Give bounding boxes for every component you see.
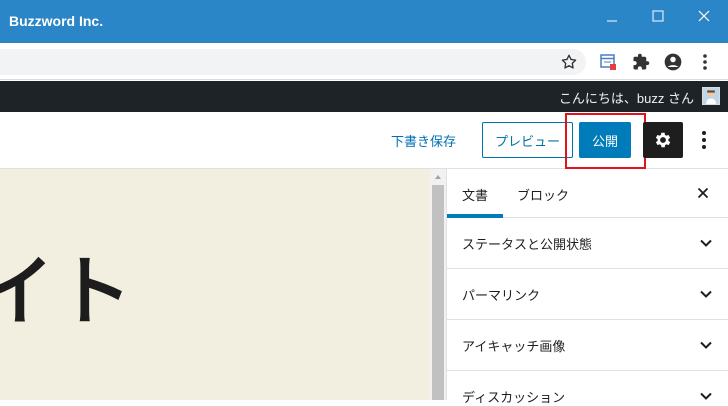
maximize-icon <box>652 10 664 22</box>
profile-icon <box>664 53 682 71</box>
close-window-button[interactable] <box>681 0 727 32</box>
panel-label: アイキャッチ画像 <box>462 339 566 354</box>
close-sidebar-button[interactable] <box>694 184 712 202</box>
chevron-down-icon <box>700 239 712 247</box>
close-icon <box>697 187 709 199</box>
chrome-menu-button[interactable] <box>694 51 716 73</box>
puzzle-icon <box>633 53 650 70</box>
address-bar[interactable] <box>0 49 586 75</box>
chevron-down-icon <box>700 392 712 400</box>
panel-label: パーマリンク <box>462 288 541 303</box>
chrome-menu-icon <box>703 54 707 70</box>
avatar-image <box>703 88 719 104</box>
window-title: Buzzword Inc. <box>9 13 104 29</box>
minimize-icon <box>607 20 617 22</box>
more-options-button[interactable] <box>694 126 714 154</box>
panel-label: ディスカッション <box>462 390 566 405</box>
panel-label: ステータスと公開状態 <box>462 237 593 252</box>
extension-button[interactable] <box>597 51 619 73</box>
minimize-button[interactable] <box>589 0 635 32</box>
chevron-down-icon <box>700 341 712 349</box>
scroll-up-arrow-icon[interactable] <box>433 172 443 182</box>
close-icon <box>698 10 710 22</box>
post-title-text[interactable]: イト <box>0 230 134 340</box>
panel-featured-image[interactable]: アイキャッチ画像 <box>447 320 728 371</box>
kebab-icon <box>702 131 706 149</box>
admin-greeting[interactable]: こんにちは、buzz さん <box>559 88 694 107</box>
scrollbar-thumb[interactable] <box>432 185 444 400</box>
sidebar-tab-row <box>447 169 728 218</box>
chevron-down-icon <box>700 290 712 298</box>
settings-button[interactable] <box>643 122 683 158</box>
bookmark-button[interactable] <box>558 51 580 73</box>
panel-status-visibility[interactable]: ステータスと公開状態 <box>447 218 728 269</box>
extension-tab-icon <box>600 54 616 70</box>
extensions-button[interactable] <box>630 51 652 73</box>
save-draft-button[interactable]: 下書き保存 <box>391 131 456 150</box>
tab-document[interactable]: 文書 <box>462 185 488 204</box>
maximize-button[interactable] <box>635 0 681 32</box>
preview-button[interactable]: プレビュー <box>482 122 573 158</box>
bookmark-star-icon <box>561 54 577 69</box>
panel-permalink[interactable]: パーマリンク <box>447 269 728 320</box>
avatar[interactable] <box>702 87 720 105</box>
tab-block[interactable]: ブロック <box>517 185 569 204</box>
publish-highlight-box <box>565 113 646 169</box>
panel-discussion[interactable]: ディスカッション <box>447 371 728 405</box>
profile-button[interactable] <box>662 51 684 73</box>
gear-icon <box>655 132 671 148</box>
